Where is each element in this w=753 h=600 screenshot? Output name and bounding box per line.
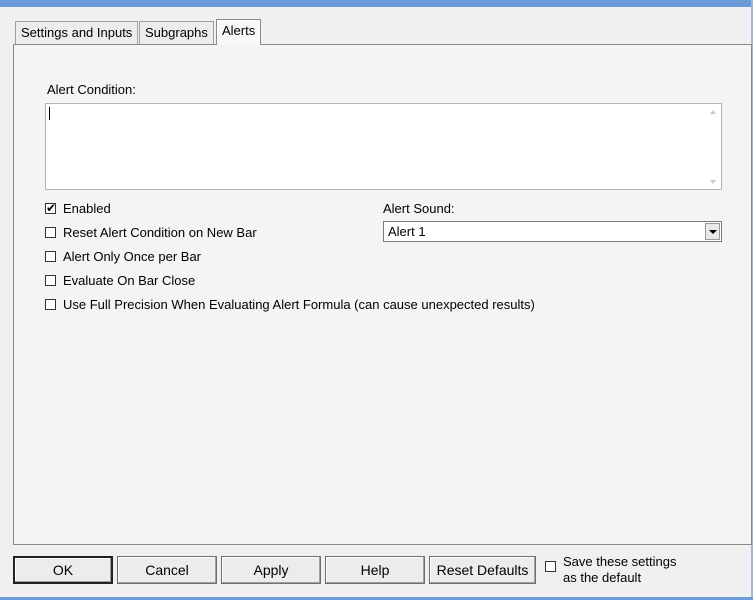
save-default-label: Save these settings as the default [563, 554, 676, 586]
scroll-up-arrow-icon[interactable] [710, 110, 716, 114]
text-caret [49, 107, 50, 120]
alert-once-per-bar-checkbox[interactable] [45, 251, 56, 262]
reset-alert-condition-checkbox[interactable] [45, 227, 56, 238]
save-default-label-line2: as the default [563, 570, 642, 585]
save-default-checkbox[interactable] [545, 561, 556, 572]
reset-alert-condition-label: Reset Alert Condition on New Bar [63, 225, 257, 240]
evaluate-on-bar-close-label: Evaluate On Bar Close [63, 273, 196, 288]
full-precision-checkbox[interactable] [45, 299, 56, 310]
evaluate-on-bar-close-checkbox[interactable] [45, 275, 56, 286]
chevron-down-icon [709, 230, 717, 234]
cancel-button[interactable]: Cancel [117, 556, 217, 584]
save-default-label-line1: Save these settings [563, 554, 677, 569]
alert-sound-label: Alert Sound: [383, 201, 455, 216]
enabled-label: Enabled [63, 201, 111, 216]
alert-sound-value: Alert 1 [388, 224, 426, 239]
alert-condition-input[interactable] [45, 103, 722, 190]
checkmark-icon: ✔ [46, 201, 57, 215]
full-precision-label: Use Full Precision When Evaluating Alert… [63, 297, 535, 312]
ok-button[interactable]: OK [13, 556, 113, 584]
reset-defaults-button[interactable]: Reset Defaults [429, 556, 536, 584]
scroll-down-arrow-icon[interactable] [710, 180, 716, 184]
dropdown-button[interactable] [705, 223, 720, 240]
enabled-checkbox[interactable]: ✔ [45, 201, 57, 215]
alert-once-per-bar-label: Alert Only Once per Bar [63, 249, 201, 264]
alert-condition-label: Alert Condition: [47, 82, 136, 97]
apply-button[interactable]: Apply [221, 556, 321, 584]
help-button[interactable]: Help [325, 556, 425, 584]
alert-condition-scrollbar[interactable] [705, 104, 721, 189]
alert-sound-select[interactable]: Alert 1 [383, 221, 722, 242]
